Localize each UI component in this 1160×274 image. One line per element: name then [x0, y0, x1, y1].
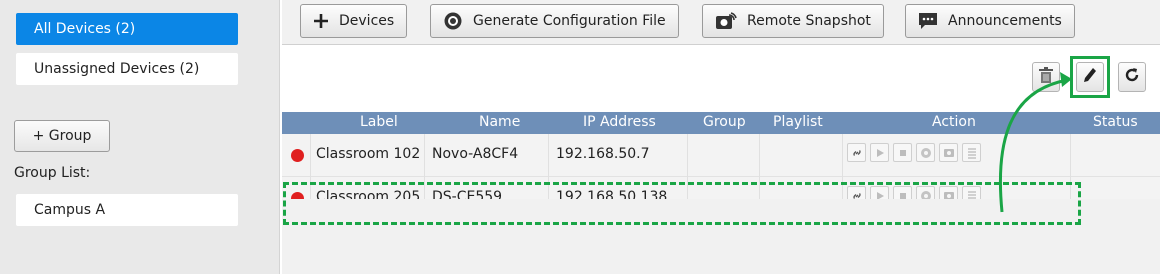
gear-icon[interactable] [916, 143, 935, 162]
pointer-arrow [998, 72, 1072, 213]
column-header-ip-address: IP Address [583, 114, 656, 130]
generate-config-label: Generate Configuration File [473, 13, 666, 29]
add-group-button[interactable]: + Group [14, 120, 110, 152]
column-header-label: Label [360, 114, 398, 130]
sidebar: All Devices (2) Unassigned Devices (2) +… [0, 0, 280, 274]
play-icon[interactable] [870, 143, 889, 162]
plus-icon [313, 13, 329, 29]
column-header-status: Status [1093, 114, 1138, 130]
remote-snapshot-button[interactable]: Remote Snapshot [702, 4, 884, 38]
row-ip: 192.168.50.7 [556, 146, 650, 162]
camera-icon[interactable] [939, 143, 958, 162]
selected-row-highlight [283, 182, 1081, 225]
row-actions [847, 143, 981, 162]
column-header-action: Action [932, 114, 976, 130]
group-list-label: Group List: [14, 165, 91, 181]
gear-icon [443, 11, 463, 31]
camera-icon [715, 12, 737, 30]
announcements-label: Announcements [948, 13, 1062, 29]
toolbar: Devices Generate Configuration File Remo… [282, 0, 1160, 45]
row-label: Classroom 102 [316, 146, 421, 162]
announcements-button[interactable]: Announcements [905, 4, 1075, 38]
group-item-campus-a[interactable]: Campus A [16, 194, 238, 226]
refresh-icon [1124, 67, 1140, 87]
add-devices-button[interactable]: Devices [300, 4, 408, 38]
column-header-playlist: Playlist [773, 114, 823, 130]
chat-icon [918, 12, 938, 30]
sidebar-item-unassigned-devices[interactable]: Unassigned Devices (2) [16, 53, 238, 85]
stop-icon[interactable] [893, 143, 912, 162]
link-icon[interactable] [847, 143, 866, 162]
list-icon[interactable] [962, 143, 981, 162]
column-header-name: Name [479, 114, 521, 130]
status-dot [291, 149, 304, 162]
sidebar-item-all-devices[interactable]: All Devices (2) [16, 13, 238, 45]
add-devices-label: Devices [339, 13, 395, 29]
row-name: Novo-A8CF4 [432, 146, 519, 162]
generate-config-button[interactable]: Generate Configuration File [430, 4, 679, 38]
remote-snapshot-label: Remote Snapshot [747, 13, 871, 29]
refresh-button[interactable] [1118, 62, 1146, 92]
column-header-group: Group [703, 114, 746, 130]
